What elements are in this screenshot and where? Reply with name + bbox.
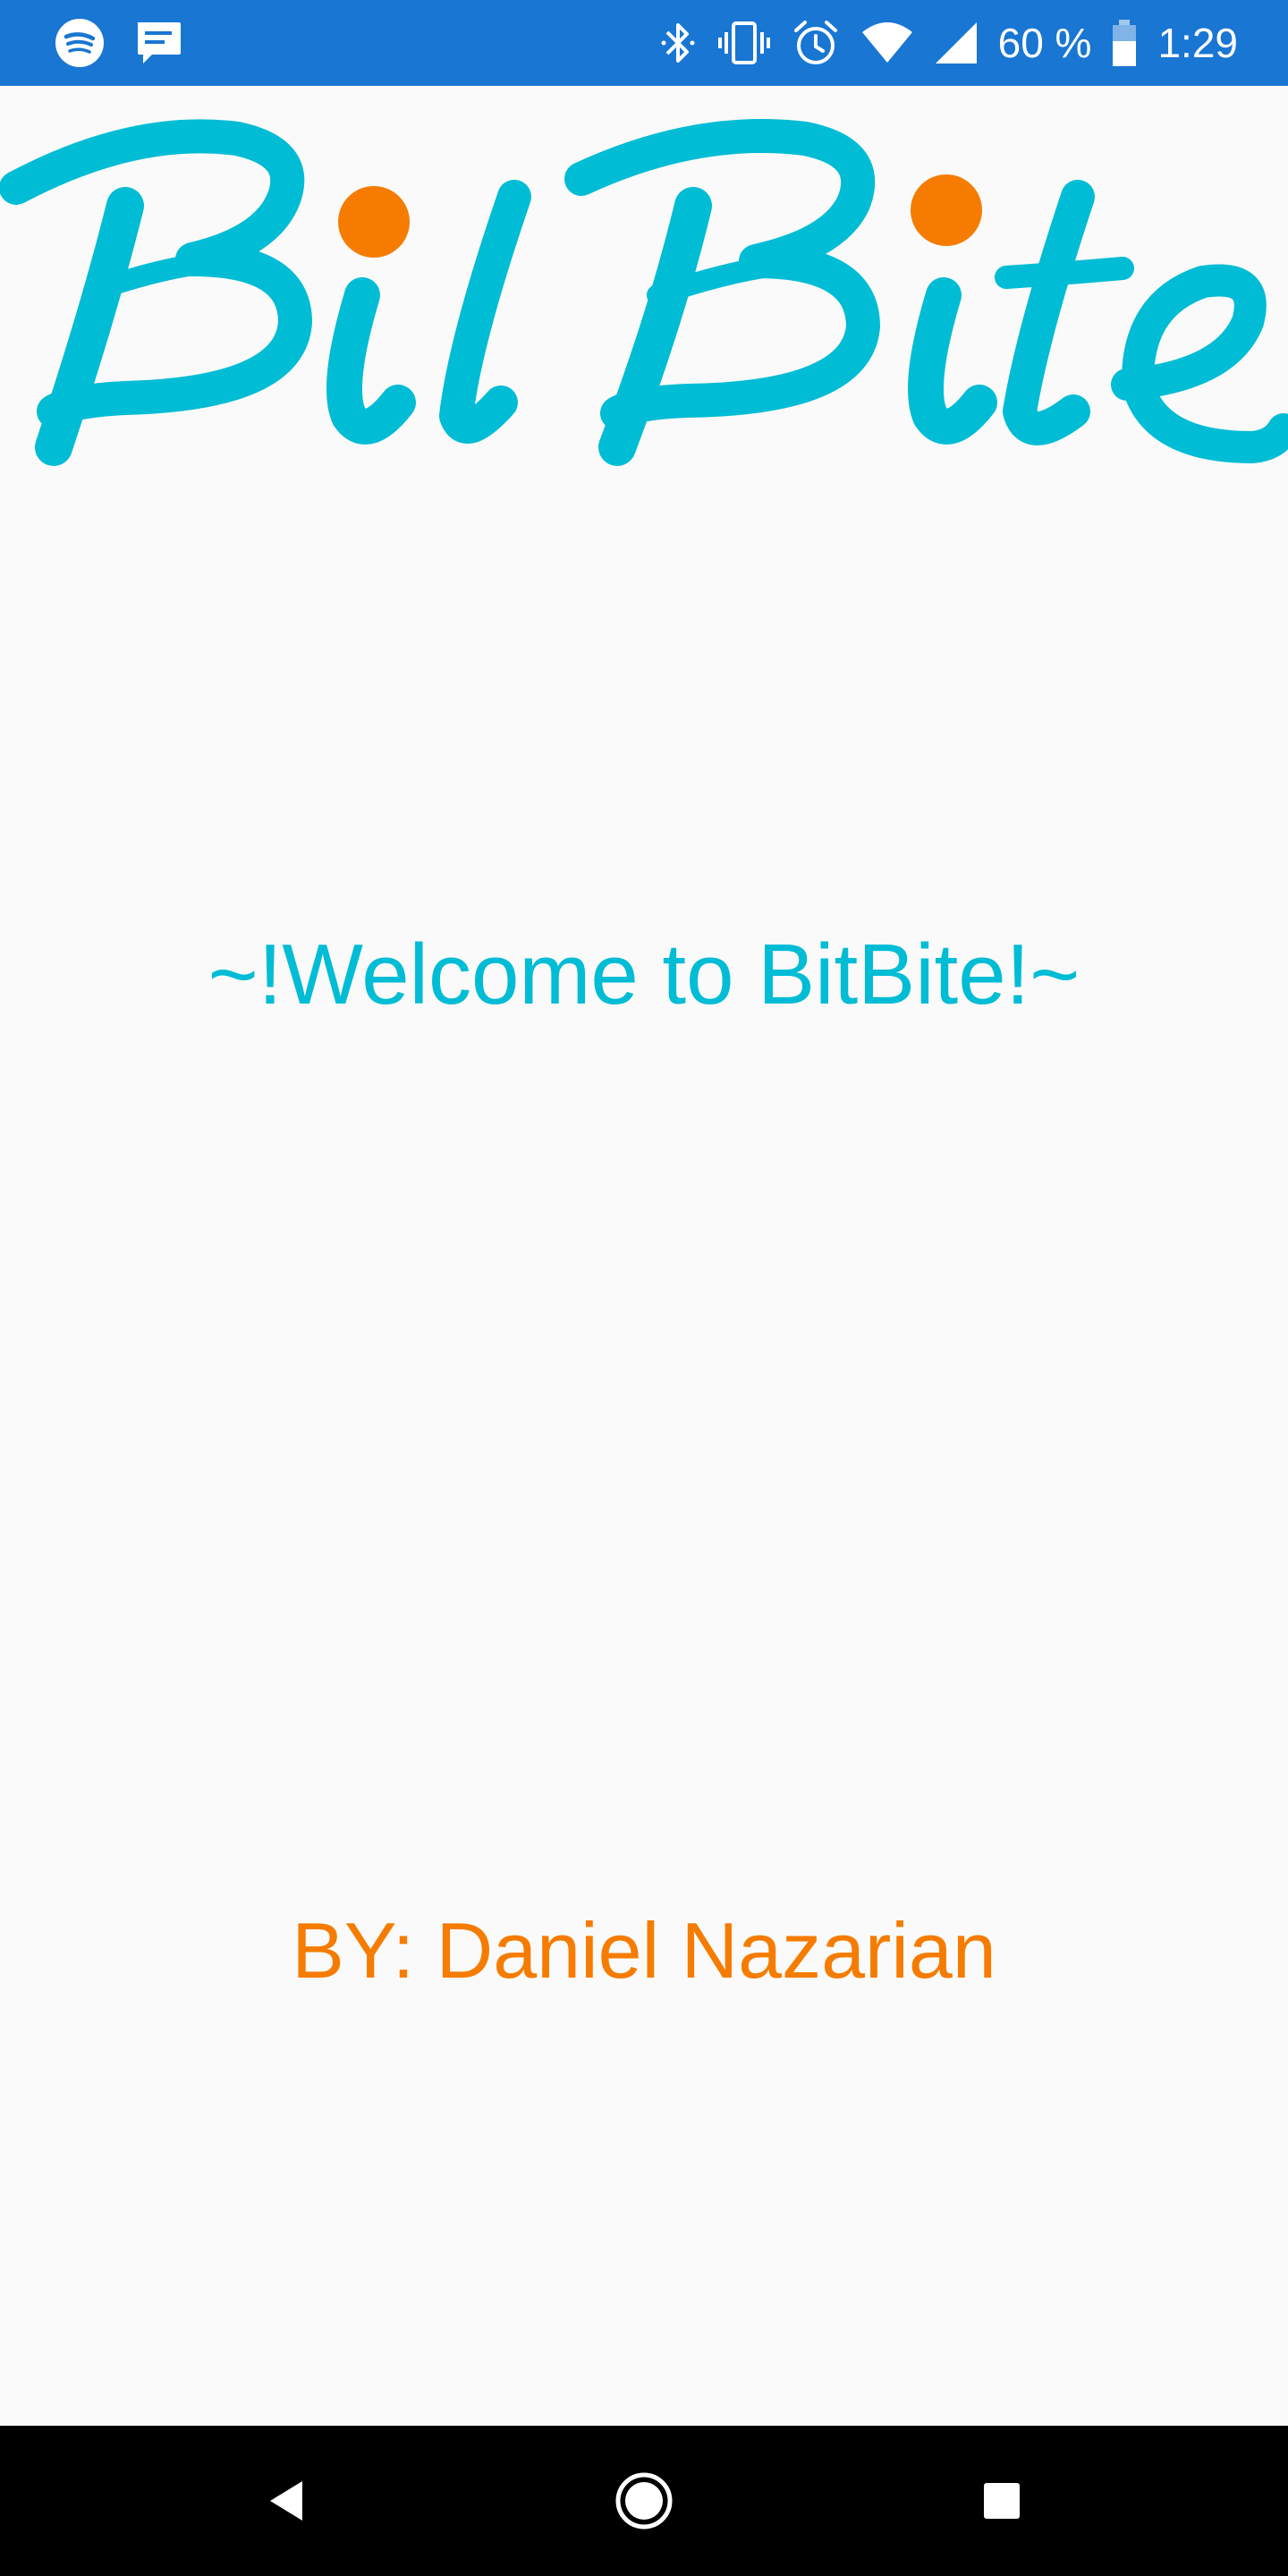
status-left-icons <box>54 16 184 70</box>
wifi-icon <box>860 20 914 66</box>
back-triangle-icon <box>267 2479 306 2523</box>
battery-icon <box>1111 18 1138 68</box>
status-bar: 60 % 1:29 <box>0 0 1288 86</box>
welcome-text: ~!Welcome to BitBite!~ <box>208 927 1080 1022</box>
clock: 1:29 <box>1157 20 1238 66</box>
bluetooth-icon <box>658 18 698 68</box>
navigation-bar <box>0 2426 1288 2576</box>
author-credit: BY: Daniel Nazarian <box>292 1906 996 1995</box>
recents-square-icon <box>982 2481 1021 2521</box>
alarm-icon <box>791 18 841 68</box>
back-button[interactable] <box>250 2465 322 2537</box>
bitbite-logo-graphic <box>0 119 1288 466</box>
home-button[interactable] <box>608 2465 680 2537</box>
battery-percentage: 60 % <box>997 20 1092 66</box>
bitbite-logo <box>0 89 1288 483</box>
splash-screen: 60 % 1:29 ~!Welcome to BitBite!~ BY: Dan… <box>0 0 1288 2576</box>
spotify-icon <box>54 17 106 69</box>
home-circle-icon <box>614 2471 674 2530</box>
status-right-icons: 60 % 1:29 <box>658 16 1238 70</box>
vibrate-icon <box>717 18 771 68</box>
message-icon <box>132 17 184 69</box>
recents-button[interactable] <box>966 2465 1038 2537</box>
signal-icon <box>934 21 979 65</box>
